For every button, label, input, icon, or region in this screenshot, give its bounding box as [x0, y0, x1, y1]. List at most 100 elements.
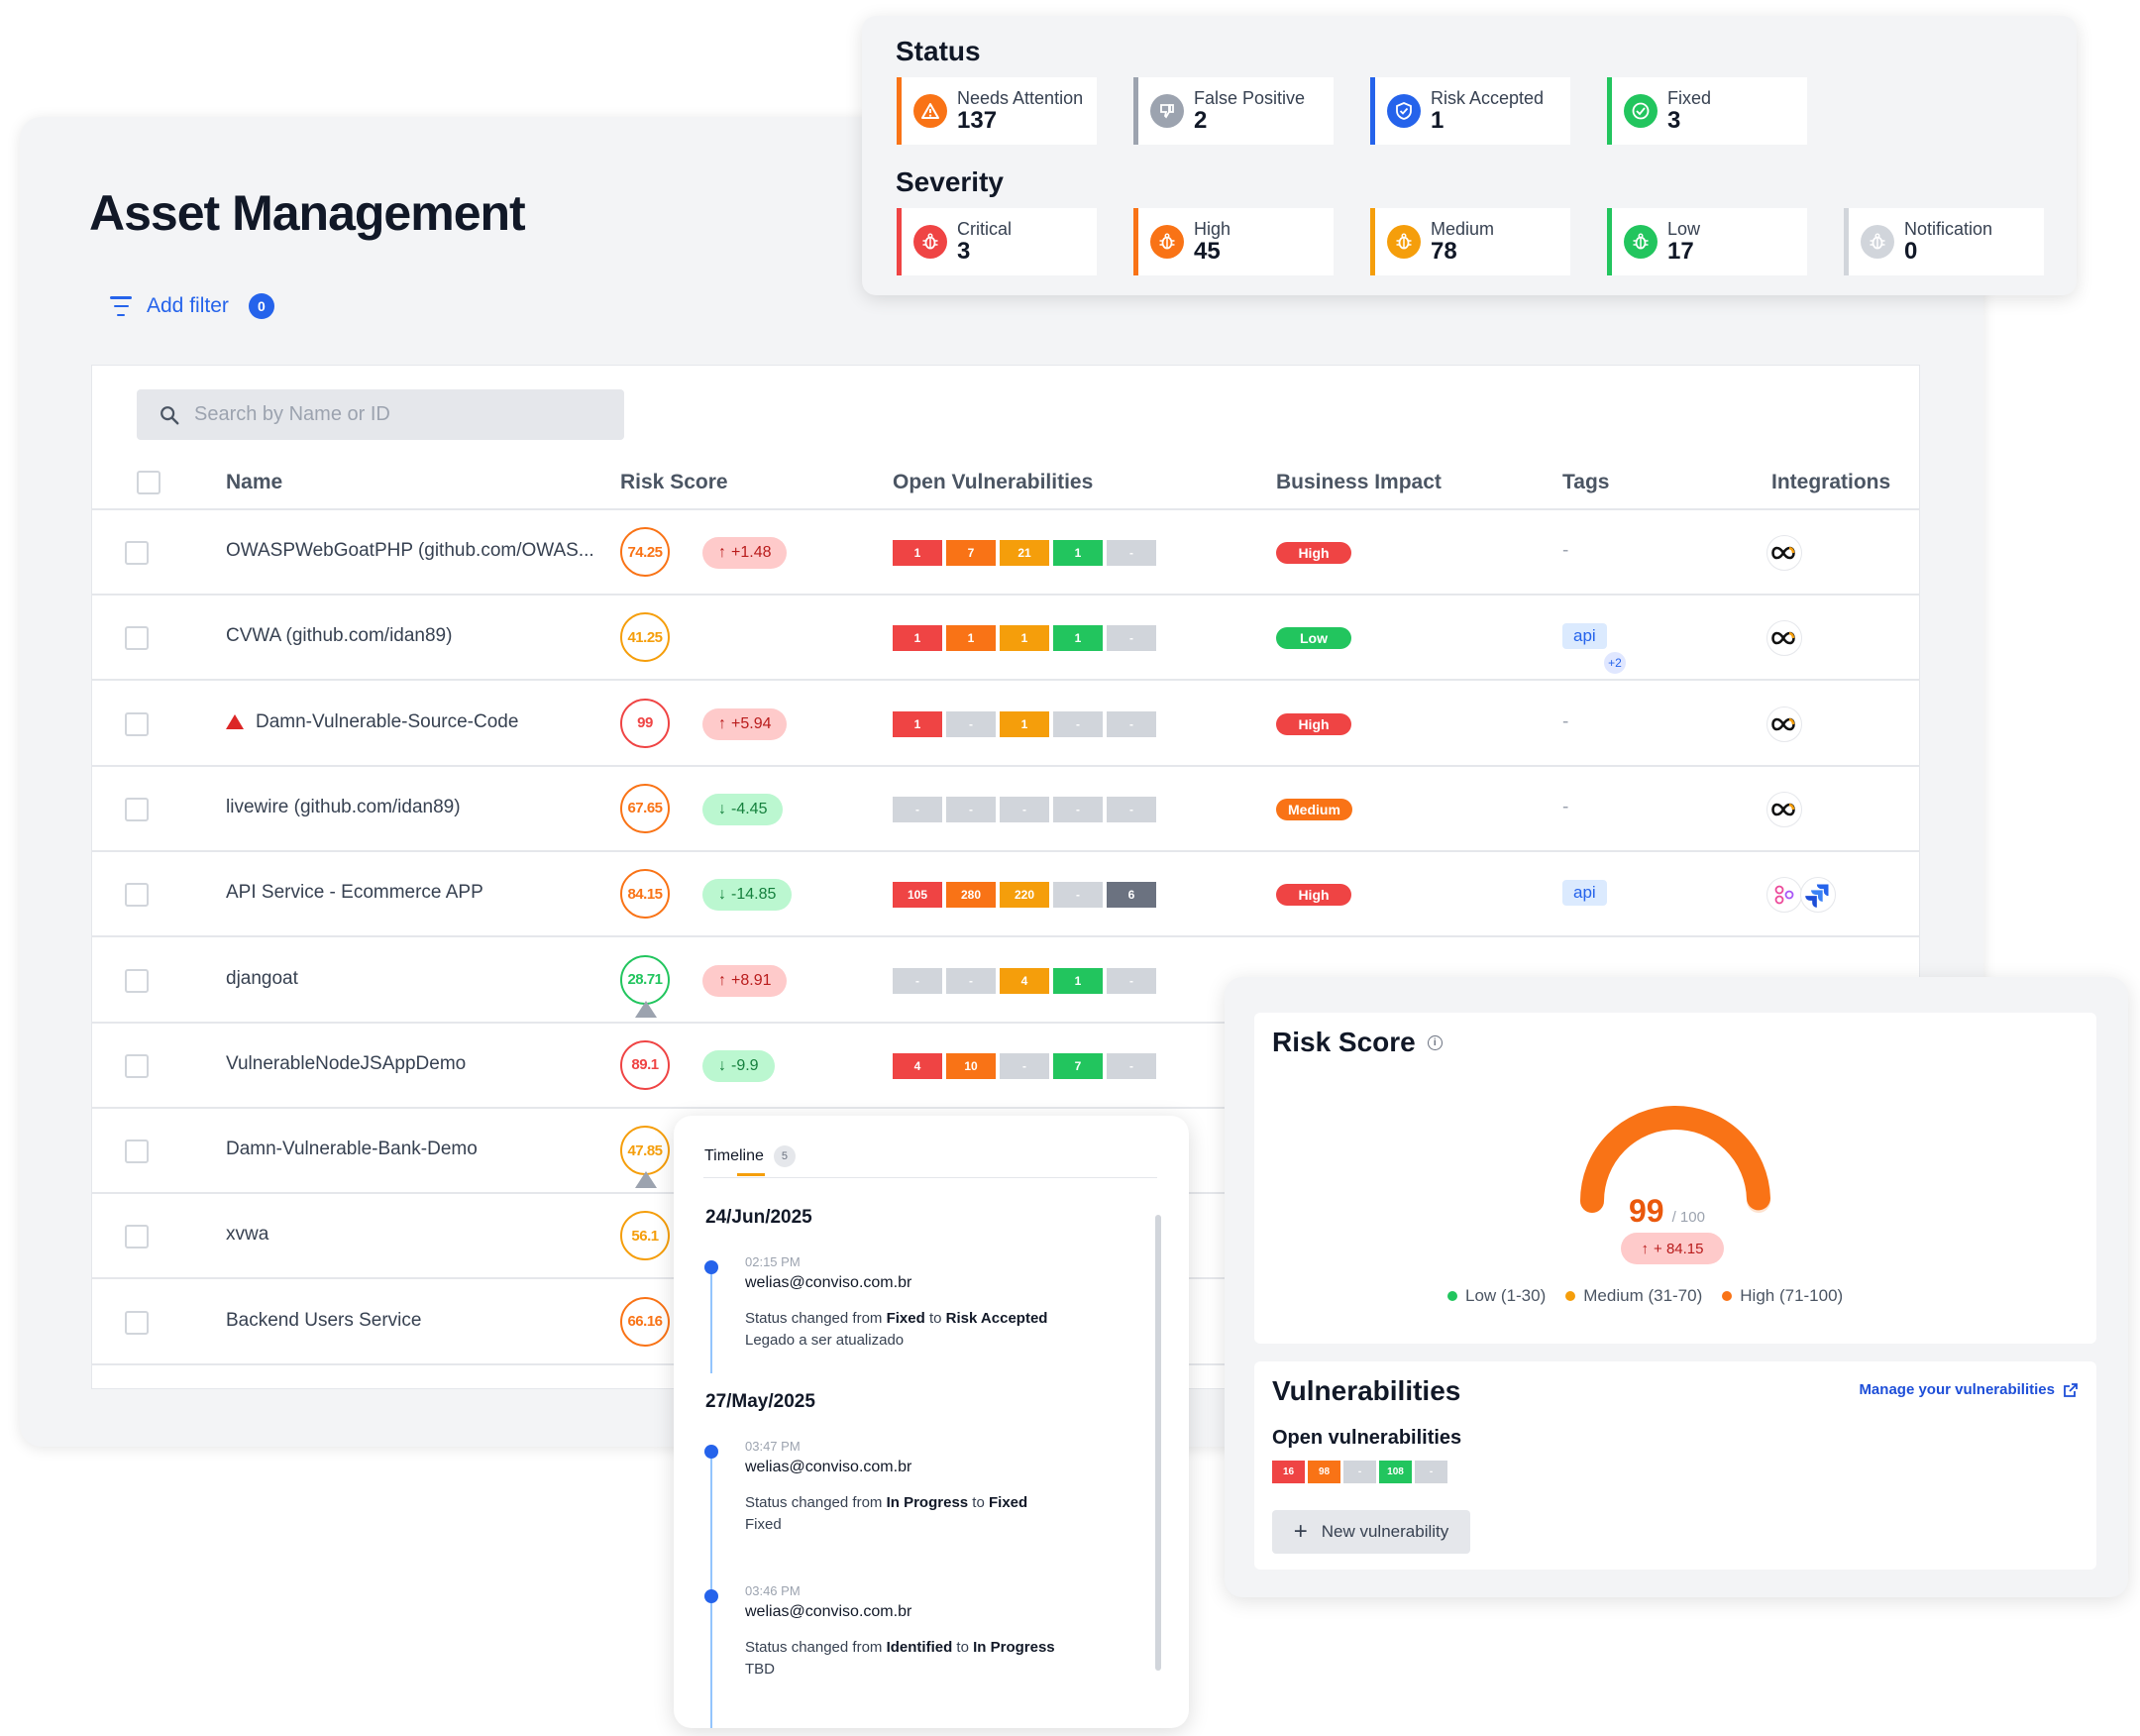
row-checkbox[interactable]	[125, 626, 149, 651]
asset-name[interactable]: livewire (github.com/idan89)	[226, 797, 461, 818]
row-checkbox[interactable]	[125, 1053, 149, 1078]
column-header-integrations[interactable]: Integrations	[1771, 471, 1890, 494]
search-input[interactable]	[194, 403, 610, 426]
status-filter-false-positive[interactable]: False Positive 2	[1133, 77, 1334, 145]
table-row[interactable]: CVWA (github.com/idan89) 41.25 1 1 1 1- Low api…	[92, 596, 1919, 682]
manage-vulnerabilities-link[interactable]: Manage your vulnerabilities	[1859, 1381, 2079, 1398]
open-vulnerabilities-bar: 1 7 21 1-	[893, 540, 1156, 566]
asset-name[interactable]: CVWA (github.com/idan89)	[226, 625, 452, 647]
timeline-description: Status changed from Identified to In Pro…	[745, 1639, 1055, 1656]
row-checkbox[interactable]	[125, 711, 149, 736]
integration-jira[interactable]	[1800, 877, 1836, 914]
asset-name[interactable]: xvwa	[226, 1224, 268, 1246]
severity-filter-notification[interactable]: Notification 0	[1844, 208, 2044, 275]
risk-trend-value: -9.9	[731, 1056, 759, 1074]
row-checkbox[interactable]	[125, 1139, 149, 1164]
tags-empty: -	[1562, 796, 1569, 817]
timeline-note: Fixed	[745, 1516, 782, 1533]
vulnerability-segment: -	[893, 796, 942, 822]
row-checkbox[interactable]	[125, 1310, 149, 1335]
severity-filter-high[interactable]: High 45	[1133, 208, 1334, 275]
risk-trend-badge: ↓ -14.85	[702, 879, 793, 912]
severity-text: Medium 78	[1431, 219, 1494, 266]
tag-chip[interactable]: api	[1562, 880, 1607, 907]
vulnerability-segment: 4	[893, 1052, 942, 1079]
score-indicator-icon	[635, 1000, 657, 1018]
asset-name[interactable]: API Service - Ecommerce APP	[226, 882, 483, 904]
table-row[interactable]: API Service - Ecommerce APP 84.15 ↓ -14.85 1…	[92, 852, 1919, 938]
table-row[interactable]: livewire (github.com/idan89) 67.65 ↓ -4.45 -…	[92, 767, 1919, 852]
status-filter-needs-attention[interactable]: Needs Attention 137	[897, 77, 1097, 145]
status-filter-fixed[interactable]: Fixed 3	[1607, 77, 1807, 145]
tag-chip[interactable]: api	[1562, 623, 1607, 650]
integration-conviso[interactable]	[1766, 620, 1802, 657]
column-header-business-impact[interactable]: Business Impact	[1276, 471, 1442, 494]
conviso-icon	[1771, 717, 1795, 730]
timeline-time: 03:46 PM	[745, 1583, 801, 1598]
legend-label: Low (1-30)	[1465, 1286, 1547, 1305]
timeline-dot	[704, 1445, 718, 1459]
asset-name[interactable]: OWASPWebGoatPHP (github.com/OWAS...	[226, 540, 594, 562]
asset-name[interactable]: djangoat	[226, 968, 298, 990]
external-link-icon	[2064, 1382, 2078, 1397]
bug-icon	[1150, 225, 1184, 259]
risk-trend-badge: ↑ +5.94	[702, 707, 788, 740]
row-checkbox[interactable]	[125, 1225, 149, 1249]
row-checkbox[interactable]	[125, 883, 149, 908]
asset-name[interactable]: VulnerableNodeJSAppDemo	[226, 1053, 466, 1075]
more-tags-badge[interactable]: +2	[1602, 650, 1628, 677]
integration-graph[interactable]	[1766, 877, 1802, 914]
graph-icon	[1774, 885, 1794, 905]
new-vulnerability-label: New vulnerability	[1321, 1522, 1449, 1541]
asset-name[interactable]: Damn-Vulnerable-Source-Code	[226, 711, 518, 733]
timeline-time: 02:15 PM	[745, 1254, 801, 1269]
integration-conviso[interactable]	[1766, 791, 1802, 827]
risk-score-badge: 56.1	[620, 1211, 670, 1261]
timeline-note: Legado a ser atualizado	[745, 1332, 905, 1349]
integration-conviso[interactable]	[1766, 535, 1802, 571]
severity-filter-low[interactable]: Low 17	[1607, 208, 1807, 275]
score-indicator-icon	[635, 1171, 657, 1189]
asset-name[interactable]: Backend Users Service	[226, 1310, 421, 1332]
description-prefix: Status changed from	[745, 1494, 887, 1511]
row-checkbox[interactable]	[125, 968, 149, 993]
column-header-risk-score[interactable]: Risk Score	[620, 471, 728, 494]
vulnerability-segment: -	[946, 796, 996, 822]
page-title: Asset Management	[89, 185, 526, 241]
timeline-date: 27/May/2025	[705, 1391, 815, 1412]
timeline-scrollbar[interactable]	[1155, 1215, 1161, 1671]
description-mid: to	[952, 1639, 974, 1656]
severity-value: 78	[1431, 238, 1457, 266]
asset-name-text: API Service - Ecommerce APP	[226, 882, 483, 904]
vulnerability-segment: 1	[1053, 540, 1103, 566]
tab-timeline[interactable]: Timeline 5	[704, 1145, 796, 1167]
select-all-checkbox[interactable]	[137, 471, 160, 494]
asset-name[interactable]: Damn-Vulnerable-Bank-Demo	[226, 1139, 478, 1160]
vulnerability-segment: 10	[946, 1052, 996, 1079]
description-mid: to	[924, 1310, 946, 1327]
vulnerabilities-title: Vulnerabilities	[1272, 1375, 1461, 1406]
table-row[interactable]: OWASPWebGoatPHP (github.com/OWAS... 74.25…	[92, 510, 1919, 596]
severity-label: Critical	[957, 218, 1013, 239]
arrow-down-icon: ↓	[718, 800, 726, 817]
table-row[interactable]: Damn-Vulnerable-Source-Code 99 ↑ +5.94 1-1- -…	[92, 682, 1919, 767]
row-checkbox[interactable]	[125, 541, 149, 565]
search-box[interactable]	[137, 389, 624, 440]
severity-label: Notification	[1904, 218, 1993, 239]
severity-value: 45	[1194, 238, 1221, 266]
status-filter-risk-accepted[interactable]: Risk Accepted 1	[1370, 77, 1570, 145]
new-vulnerability-button[interactable]: + New vulnerability	[1272, 1510, 1470, 1554]
row-checkbox[interactable]	[125, 797, 149, 821]
column-header-tags[interactable]: Tags	[1562, 471, 1609, 494]
add-filter-button[interactable]: Add filter 0	[109, 293, 274, 319]
arrow-up-icon: ↑	[1641, 1240, 1650, 1257]
tab-divider	[703, 1177, 1157, 1178]
status-text: False Positive 2	[1194, 88, 1305, 134]
info-icon[interactable]: i	[1427, 1034, 1443, 1050]
column-header-open-vulnerabilities[interactable]: Open Vulnerabilities	[893, 471, 1093, 494]
integration-conviso[interactable]	[1766, 705, 1802, 742]
column-header-name[interactable]: Name	[226, 471, 282, 494]
severity-filter-medium[interactable]: Medium 78	[1370, 208, 1570, 275]
risk-score-heading: Risk Score i	[1272, 1027, 1443, 1058]
severity-filter-critical[interactable]: Critical 3	[897, 208, 1097, 275]
